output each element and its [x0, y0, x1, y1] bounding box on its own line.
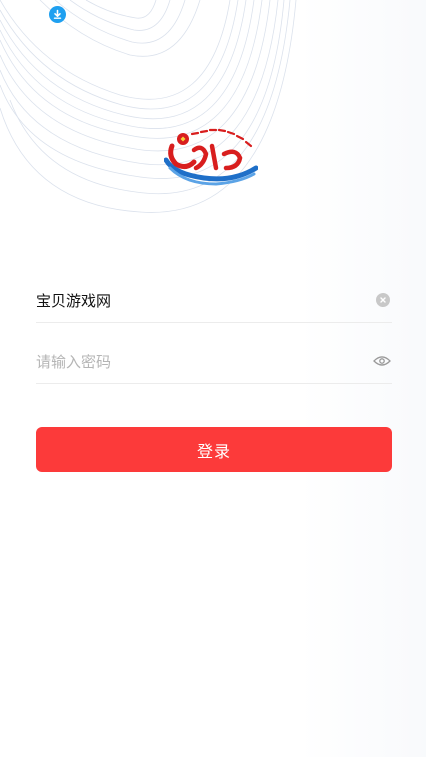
password-input[interactable]: 请输入密码 — [36, 351, 373, 372]
login-button[interactable]: 登录 — [36, 427, 392, 472]
eye-icon[interactable] — [373, 355, 391, 367]
username-input[interactable]: 宝贝游戏网 — [36, 290, 376, 311]
download-icon[interactable] — [49, 6, 66, 23]
party-emblem-logo — [164, 128, 258, 186]
clear-icon[interactable] — [376, 293, 390, 307]
password-field[interactable]: 请输入密码 — [36, 339, 392, 384]
username-field[interactable]: 宝贝游戏网 — [36, 278, 392, 323]
topographic-pattern — [0, 0, 297, 213]
